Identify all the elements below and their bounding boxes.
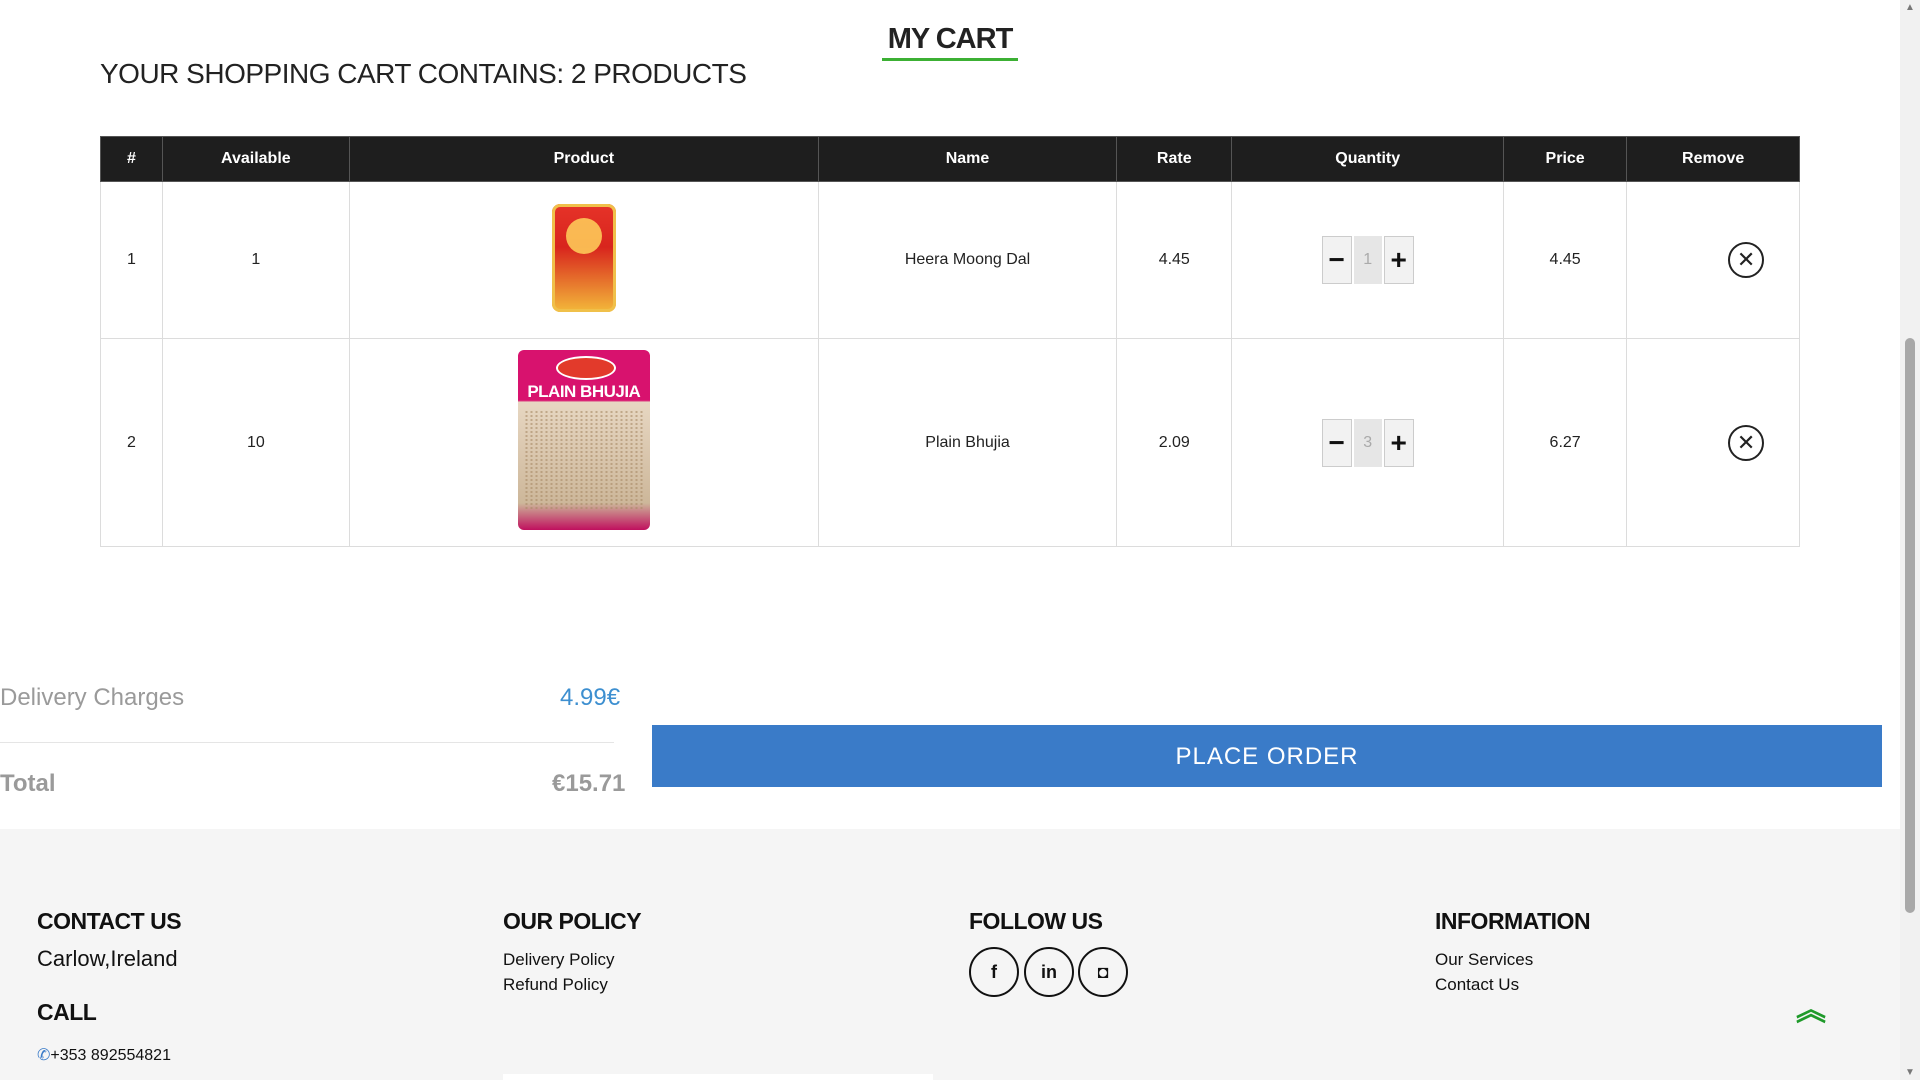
package-seal (565, 217, 602, 254)
row-name: Heera Moong Dal (817, 181, 1118, 339)
minus-icon[interactable]: − (1321, 236, 1352, 284)
plus-icon[interactable]: + (1383, 418, 1414, 467)
row-quantity-cell: − 3 + (1231, 338, 1504, 547)
phone-icon: ✆ (37, 1047, 51, 1064)
footer (0, 829, 1900, 1080)
information-heading: INFORMATION (1435, 908, 1591, 934)
table-row: 1 1 Heera Moong Dal 4.45 − 1 + 4.45 ✕ (100, 181, 1800, 339)
col-header-remove: Remove (1626, 136, 1800, 182)
refund-policy-link[interactable]: Refund Policy (503, 975, 608, 995)
follow-heading: FOLLOW US (969, 908, 1103, 934)
contact-address: Carlow,Ireland (37, 946, 178, 971)
row-rate: 4.45 (1116, 181, 1233, 339)
product-image-plain-bhujia[interactable]: PLAIN BHUJIA (517, 350, 650, 530)
row-price: 4.45 (1502, 181, 1628, 339)
policy-heading: OUR POLICY (503, 908, 642, 934)
total-value: €15.71 (552, 770, 626, 797)
row-quantity-cell: − 1 + (1231, 181, 1504, 339)
scroll-down-icon[interactable]: ▼ (1905, 1067, 1915, 1078)
col-header-rate: Rate (1116, 136, 1233, 182)
row-available: 10 (161, 338, 350, 547)
col-header-available: Available (161, 136, 350, 182)
package-label: PLAIN BHUJIA (527, 382, 641, 401)
close-circle-icon[interactable]: ✕ (1728, 424, 1765, 461)
row-index: 2 (100, 338, 163, 547)
row-product-cell: PLAIN BHUJIA (348, 338, 819, 547)
col-header-product: Product (348, 136, 819, 182)
facebook-icon[interactable]: f (969, 947, 1019, 997)
page-scrollbar[interactable]: ▲ ▼ (1900, 0, 1920, 1080)
our-services-link[interactable]: Our Services (1435, 950, 1533, 970)
quantity-field[interactable]: 3 (1353, 418, 1382, 467)
call-heading: CALL (37, 999, 97, 1025)
row-product-cell (348, 181, 819, 339)
row-available: 1 (161, 181, 350, 339)
row-remove-cell: ✕ (1626, 338, 1800, 547)
brand-logo (555, 356, 616, 380)
plus-icon[interactable]: + (1383, 236, 1414, 284)
close-circle-icon[interactable]: ✕ (1728, 242, 1765, 278)
col-header-quantity: Quantity (1231, 136, 1504, 182)
phone-number: +353 892554821 (50, 1047, 171, 1064)
row-price: 6.27 (1502, 338, 1628, 547)
col-header-index: # (100, 136, 163, 182)
product-image-heera-moong-dal[interactable] (551, 203, 616, 312)
table-header-row: # Available Product Name Rate Quantity P… (100, 136, 1800, 182)
col-header-price: Price (1502, 136, 1628, 182)
contact-heading: CONTACT US (37, 908, 182, 934)
row-remove-cell: ✕ (1626, 181, 1800, 339)
footer-input-strip (503, 1074, 933, 1080)
delivery-charges-label: Delivery Charges (0, 684, 185, 711)
phone-link[interactable]: ✆+353 892554821 (37, 1045, 171, 1065)
totals-divider (0, 742, 614, 743)
row-name: Plain Bhujia (817, 338, 1118, 547)
row-index: 1 (100, 181, 163, 339)
delivery-policy-link[interactable]: Delivery Policy (503, 950, 614, 970)
back-to-top-icon[interactable]: ︽ (1796, 996, 1826, 1026)
linkedin-icon[interactable]: in (1024, 947, 1074, 997)
minus-icon[interactable]: − (1321, 418, 1352, 467)
table-row: 2 10 PLAIN BHUJIA Plain Bhujia 2.09 − 3 … (100, 338, 1800, 547)
instagram-icon[interactable]: ◘ (1078, 947, 1128, 997)
scroll-thumb[interactable] (1905, 338, 1915, 913)
total-label: Total (0, 770, 56, 797)
package-texture (523, 410, 644, 510)
contact-us-link[interactable]: Contact Us (1435, 975, 1519, 995)
col-header-name: Name (817, 136, 1118, 182)
page-title: MY CART (882, 22, 1018, 61)
row-rate: 2.09 (1116, 338, 1233, 547)
quantity-stepper: − 3 + (1321, 418, 1414, 467)
cart-summary: YOUR SHOPPING CART CONTAINS: 2 PRODUCTS (100, 58, 747, 89)
quantity-field[interactable]: 1 (1353, 236, 1382, 284)
scroll-up-icon[interactable]: ▲ (1905, 2, 1915, 13)
quantity-stepper: − 1 + (1321, 236, 1414, 284)
place-order-button[interactable]: PLACE ORDER (652, 725, 1882, 787)
cart-table: # Available Product Name Rate Quantity P… (100, 136, 1800, 547)
delivery-charges-value: 4.99€ (560, 684, 621, 711)
